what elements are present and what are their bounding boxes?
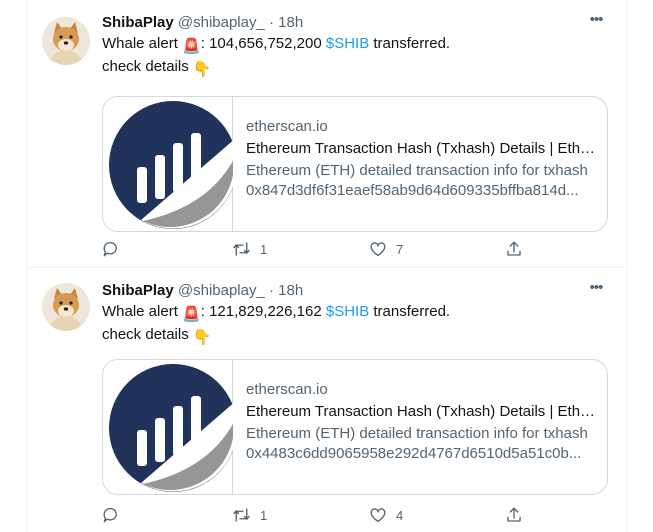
column-border-right (626, 0, 627, 532)
police-light-emoji: 🚨 (182, 306, 201, 323)
separator-dot: · (269, 14, 274, 31)
like-button[interactable]: 4 (369, 505, 403, 525)
etherscan-logo-icon (109, 101, 237, 229)
tweet-text-suffix: transferred. (369, 303, 451, 320)
tweet-text-suffix: transferred. (369, 35, 451, 52)
tweet-actions: 1 7 (102, 239, 532, 259)
tweet[interactable]: ShibaPlay @shibaplay_ · 18h ••• Whale al… (27, 269, 626, 532)
link-card[interactable]: etherscan.io Ethereum Transaction Hash (… (102, 96, 608, 232)
tweet-header: ShibaPlay @shibaplay_ · 18h (102, 13, 610, 33)
tweet-time[interactable]: 18h (278, 14, 303, 31)
share-button[interactable] (505, 505, 523, 525)
tweet[interactable]: ShibaPlay @shibaplay_ · 18h ••• Whale al… (27, 0, 626, 268)
tweet-feed: ShibaPlay @shibaplay_ · 18h ••• Whale al… (0, 0, 653, 532)
more-icon[interactable]: ••• (586, 12, 606, 33)
author-name[interactable]: ShibaPlay (102, 14, 174, 31)
reply-button[interactable] (102, 239, 120, 259)
reply-icon (103, 241, 117, 257)
retweet-icon (233, 242, 250, 256)
reply-button[interactable] (102, 505, 120, 525)
like-icon (370, 508, 386, 523)
card-text: etherscan.io Ethereum Transaction Hash (… (246, 380, 597, 464)
link-card[interactable]: etherscan.io Ethereum Transaction Hash (… (102, 359, 608, 495)
share-icon (507, 241, 521, 256)
tweet-body: ShibaPlay @shibaplay_ · 18h ••• Whale al… (102, 12, 610, 257)
tweet-body: ShibaPlay @shibaplay_ · 18h ••• Whale al… (102, 280, 610, 523)
share-icon (507, 507, 521, 522)
tweet-header: ShibaPlay @shibaplay_ · 18h (102, 281, 610, 301)
card-thumbnail (103, 360, 237, 494)
tweet-time[interactable]: 18h (278, 282, 303, 299)
card-domain: etherscan.io (246, 381, 328, 398)
police-light-emoji: 🚨 (182, 38, 201, 55)
tweet-line-2: check details (102, 326, 193, 343)
tweet-text: Whale alert 🚨: 121,829,226,162 $SHIB tra… (102, 302, 610, 348)
share-button[interactable] (505, 239, 523, 259)
avatar[interactable] (42, 283, 90, 331)
card-thumbnail (103, 97, 237, 231)
card-description-line-2: 0x4483c6dd9065958e292d4767d6510d5a51c0b.… (246, 445, 582, 462)
card-text: etherscan.io Ethereum Transaction Hash (… (246, 117, 597, 201)
separator-dot: · (269, 282, 274, 299)
tweet-line-2: check details (102, 58, 193, 75)
card-title: Ethereum Transaction Hash (Txhash) Detai… (246, 140, 597, 157)
more-icon[interactable]: ••• (586, 280, 606, 301)
retweet-icon (233, 508, 250, 522)
cashtag-link[interactable]: $SHIB (326, 303, 369, 320)
like-button[interactable]: 7 (369, 239, 403, 259)
like-icon (370, 242, 386, 257)
shiba-avatar-icon (42, 283, 90, 331)
retweet-count: 1 (260, 507, 268, 523)
pointing-down-emoji: 👇 (192, 329, 212, 346)
shiba-avatar-icon (42, 17, 90, 65)
tweet-text-prefix: Whale alert (102, 303, 183, 320)
author-handle[interactable]: @shibaplay_ (178, 14, 265, 31)
retweet-button[interactable]: 1 (232, 505, 267, 525)
like-count: 4 (396, 507, 404, 523)
tweet-text: Whale alert 🚨: 104,656,752,200 $SHIB tra… (102, 34, 610, 80)
card-description-line-2: 0x847d3df6f31eaef58ab9d64d609335bffba814… (246, 182, 579, 199)
card-domain: etherscan.io (246, 118, 328, 135)
author-handle[interactable]: @shibaplay_ (178, 282, 265, 299)
tweet-text-prefix: Whale alert (102, 35, 183, 52)
author-name[interactable]: ShibaPlay (102, 282, 174, 299)
tweet-amount: : 121,829,226,162 (200, 303, 326, 320)
cashtag-link[interactable]: $SHIB (326, 35, 369, 52)
reply-icon (103, 507, 117, 523)
retweet-button[interactable]: 1 (232, 239, 267, 259)
tweet-amount: : 104,656,752,200 (200, 35, 326, 52)
tweet-actions: 1 4 (102, 505, 532, 525)
like-count: 7 (396, 241, 404, 257)
pointing-down-emoji: 👇 (192, 61, 212, 78)
etherscan-logo-icon (109, 364, 237, 492)
card-description-line-1: Ethereum (ETH) detailed transaction info… (246, 162, 588, 179)
avatar[interactable] (42, 17, 90, 65)
card-description-line-1: Ethereum (ETH) detailed transaction info… (246, 425, 588, 442)
retweet-count: 1 (260, 241, 268, 257)
card-title: Ethereum Transaction Hash (Txhash) Detai… (246, 403, 597, 420)
